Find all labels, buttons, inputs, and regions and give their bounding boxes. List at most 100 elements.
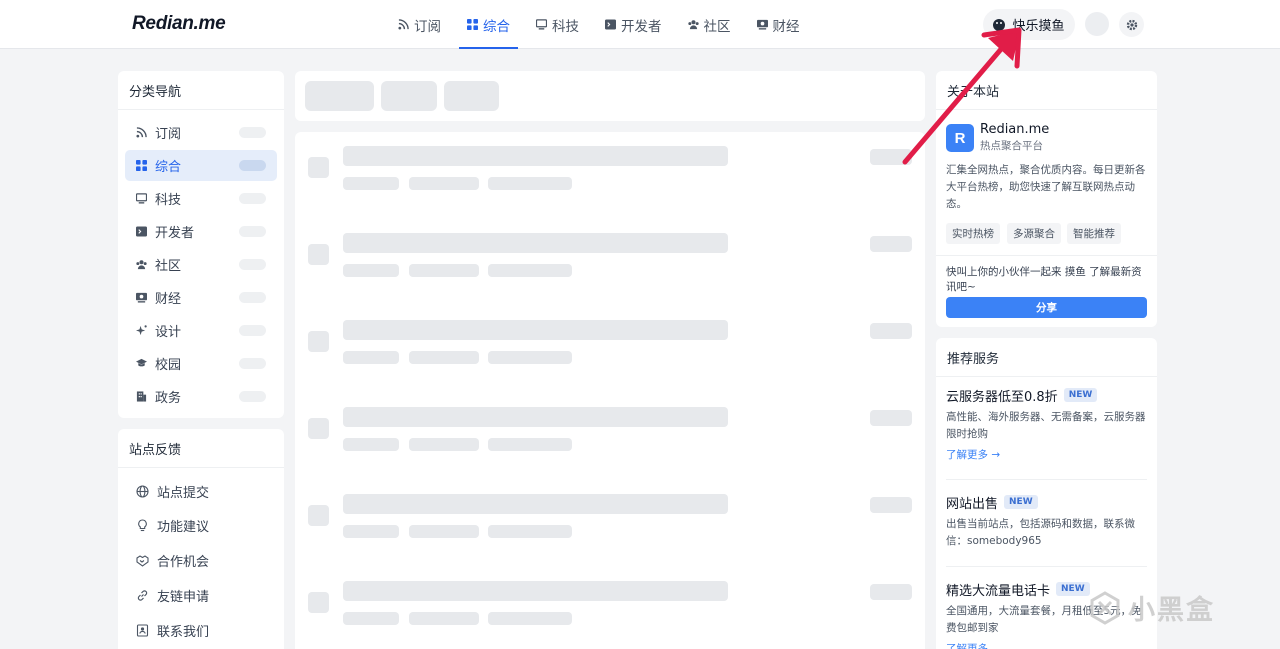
- slack-off-button[interactable]: 快乐摸鱼: [983, 9, 1075, 40]
- sparkle-icon: [136, 325, 147, 336]
- sidebar-item-label: 校园: [155, 358, 182, 373]
- contact-icon: [136, 624, 149, 637]
- nav-label: 科技: [552, 18, 579, 35]
- terminal-icon: [605, 19, 616, 30]
- about-description: 汇集全网热点，聚合优质内容。每日更新各大平台热榜，助您快速了解互联网热点动态。: [946, 164, 1146, 210]
- xiaoheihe-logo-icon: [1090, 590, 1120, 625]
- feedback-item-contact[interactable]: 联系我们: [136, 621, 209, 640]
- about-title: 关于本站: [936, 71, 1157, 110]
- rss-icon: [398, 19, 409, 30]
- feedback-item-label: 站点提交: [157, 486, 210, 501]
- category-nav-card: 分类导航 订阅 综合 科技 开发者 社区 财经 设计 校园 政务: [118, 71, 284, 418]
- service-title: 云服务器低至0.8折: [946, 389, 1058, 405]
- sidebar-item-design[interactable]: 设计: [125, 315, 277, 346]
- nav-label: 社区: [703, 18, 731, 35]
- feature-tag: 智能推荐: [1067, 223, 1121, 244]
- loading-tabs-bar: [295, 71, 925, 121]
- nav-label: 财经: [772, 18, 800, 35]
- nav-item-community[interactable]: 社区: [680, 0, 739, 49]
- feature-tag: 实时热榜: [946, 223, 1000, 244]
- globe-icon: [136, 485, 149, 498]
- rss-icon: [136, 127, 147, 138]
- feedback-item-suggestion[interactable]: 功能建议: [136, 516, 209, 535]
- feedback-item-label: 友链申请: [157, 590, 210, 605]
- count-placeholder: [239, 127, 266, 138]
- settings-button[interactable]: [1119, 12, 1144, 37]
- sidebar-item-developer[interactable]: 开发者: [125, 216, 277, 247]
- nav-item-subscribe[interactable]: 订阅: [390, 0, 449, 49]
- feedback-item-cooperation[interactable]: 合作机会: [136, 551, 209, 570]
- feedback-item-friend-link[interactable]: 友链申请: [136, 586, 209, 605]
- new-badge: NEW: [1004, 495, 1038, 509]
- nav-item-developer[interactable]: 开发者: [597, 0, 670, 49]
- monitor-icon: [536, 19, 547, 30]
- grid-icon: [136, 160, 147, 171]
- nav-label: 订阅: [414, 18, 441, 35]
- nav-label: 开发者: [621, 18, 662, 35]
- service-title: 网站出售: [946, 496, 999, 512]
- grid-icon: [467, 19, 478, 30]
- feedback-item-submit-site[interactable]: 站点提交: [136, 482, 209, 501]
- sidebar-item-label: 订阅: [155, 127, 182, 142]
- learn-more-link[interactable]: 了解更多: [946, 641, 1150, 649]
- sidebar-item-label: 政务: [155, 391, 182, 406]
- share-button[interactable]: 分享: [946, 297, 1147, 318]
- count-placeholder: [239, 193, 266, 204]
- top-header: Redian.me 订阅 综合 科技 开发者 社区 财经 快乐摸鱼: [0, 0, 1280, 49]
- sidebar-item-campus[interactable]: 校园: [125, 348, 277, 379]
- graduation-cap-icon: [136, 358, 147, 367]
- users-icon: [136, 260, 147, 270]
- service-desc: 出售当前站点，包括源码和数据，联系微信：somebody965: [946, 518, 1135, 547]
- list-item-skeleton: [295, 393, 925, 480]
- sidebar-item-subscribe[interactable]: 订阅: [125, 117, 277, 148]
- sidebar-item-finance[interactable]: 财经: [125, 282, 277, 313]
- feedback-item-label: 联系我们: [157, 625, 210, 640]
- slack-off-label: 快乐摸鱼: [1012, 19, 1065, 34]
- nav-item-finance[interactable]: 财经: [749, 0, 808, 49]
- nav-label: 综合: [483, 18, 510, 35]
- service-item[interactable]: 网站出售 NEW 出售当前站点，包括源码和数据，联系微信：somebody965: [946, 493, 1150, 550]
- lightbulb-icon: [138, 519, 147, 532]
- services-title: 推荐服务: [936, 338, 1157, 377]
- feedback-card: 站点反馈 站点提交 功能建议 合作机会 友链申请 联系我们: [118, 429, 284, 649]
- link-icon: [137, 590, 148, 601]
- divider: [946, 479, 1147, 480]
- sidebar-item-label: 设计: [155, 325, 182, 340]
- share-prompt: 快叫上你的小伙伴一起来 摸鱼 了解最新资讯吧~: [946, 266, 1142, 293]
- feature-tag: 多源聚合: [1007, 223, 1061, 244]
- new-badge: NEW: [1056, 582, 1090, 596]
- smile-icon: [993, 18, 1006, 31]
- learn-more-link[interactable]: 了解更多 →: [946, 447, 1150, 462]
- gear-icon: [1126, 19, 1137, 30]
- nav-item-tech[interactable]: 科技: [528, 0, 587, 49]
- site-logo-badge: R: [946, 124, 974, 152]
- tab-skeleton: [305, 81, 374, 111]
- about-site-name: Redian.me: [980, 122, 1050, 137]
- feedback-item-label: 合作机会: [157, 555, 210, 570]
- list-item-skeleton: [295, 567, 925, 649]
- user-avatar[interactable]: [1085, 12, 1109, 36]
- count-placeholder: [239, 259, 266, 270]
- sidebar-item-tech[interactable]: 科技: [125, 183, 277, 214]
- sidebar-item-community[interactable]: 社区: [125, 249, 277, 280]
- list-item-skeleton: [295, 132, 925, 219]
- nav-item-general[interactable]: 综合: [459, 0, 518, 49]
- list-item-skeleton: [295, 480, 925, 567]
- sidebar-item-label: 综合: [155, 160, 182, 175]
- count-placeholder: [239, 160, 266, 171]
- sidebar-item-label: 科技: [155, 193, 182, 208]
- about-card: 关于本站 R Redian.me 热点聚合平台 汇集全网热点，聚合优质内容。每日…: [936, 71, 1157, 327]
- new-badge: NEW: [1063, 388, 1098, 402]
- feedback-item-label: 功能建议: [157, 520, 210, 535]
- sidebar-item-label: 社区: [155, 259, 182, 274]
- list-item-skeleton: [295, 306, 925, 393]
- list-item-skeleton: [295, 219, 925, 306]
- service-item[interactable]: 云服务器低至0.8折 NEW 高性能、海外服务器、无需备案，云服务器限时抢购 了解…: [946, 386, 1150, 462]
- about-subtitle: 热点聚合平台: [980, 140, 1043, 152]
- site-logo[interactable]: Redian.me: [132, 13, 226, 35]
- watermark: 小黑盒: [1088, 588, 1215, 627]
- feedback-title: 站点反馈: [118, 429, 284, 468]
- sidebar-item-government[interactable]: 政务: [125, 381, 277, 412]
- sidebar-item-general[interactable]: 综合: [125, 150, 277, 181]
- service-desc: 高性能、海外服务器、无需备案，云服务器限时抢购: [946, 411, 1146, 440]
